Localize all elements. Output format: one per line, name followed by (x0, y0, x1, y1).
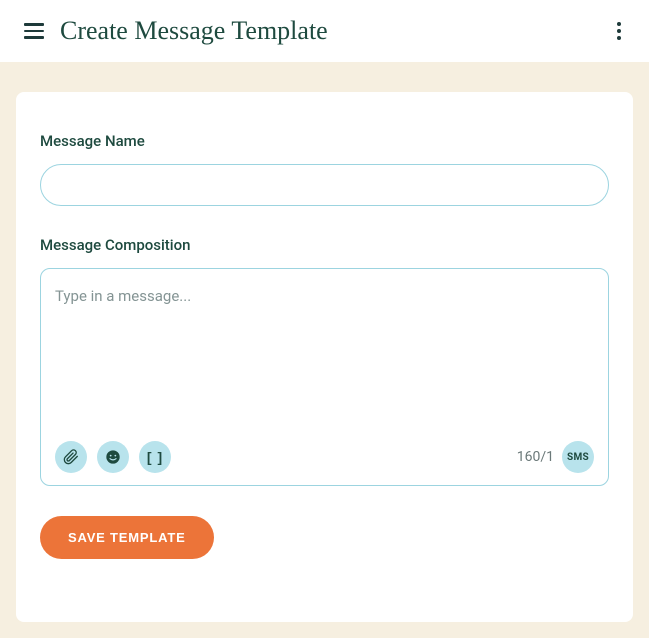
save-template-button[interactable]: SAVE TEMPLATE (40, 516, 214, 559)
message-name-label: Message Name (40, 132, 609, 150)
hamburger-menu-icon[interactable] (24, 23, 44, 39)
brackets-icon: [ ] (147, 449, 163, 465)
message-textarea[interactable] (55, 287, 594, 427)
placeholder-button[interactable]: [ ] (139, 441, 171, 473)
content-wrapper: Message Name Message Composition (0, 62, 649, 638)
page-title: Create Message Template (60, 16, 328, 46)
composition-status: 160/1 SMS (517, 441, 594, 473)
message-composition-label: Message Composition (40, 236, 609, 254)
emoji-icon (105, 449, 121, 465)
message-name-input[interactable] (40, 164, 609, 206)
emoji-button[interactable] (97, 441, 129, 473)
app-header: Create Message Template (0, 0, 649, 62)
char-count: 160/1 (517, 449, 554, 465)
sms-badge: SMS (562, 441, 594, 473)
attachment-button[interactable] (55, 441, 87, 473)
composition-tools: [ ] (55, 441, 171, 473)
header-left: Create Message Template (24, 16, 328, 46)
composition-footer: [ ] 160/1 SMS (55, 441, 594, 473)
composition-box: [ ] 160/1 SMS (40, 268, 609, 486)
more-menu-icon[interactable] (613, 18, 625, 44)
form-card: Message Name Message Composition (16, 92, 633, 622)
paperclip-icon (63, 449, 79, 465)
